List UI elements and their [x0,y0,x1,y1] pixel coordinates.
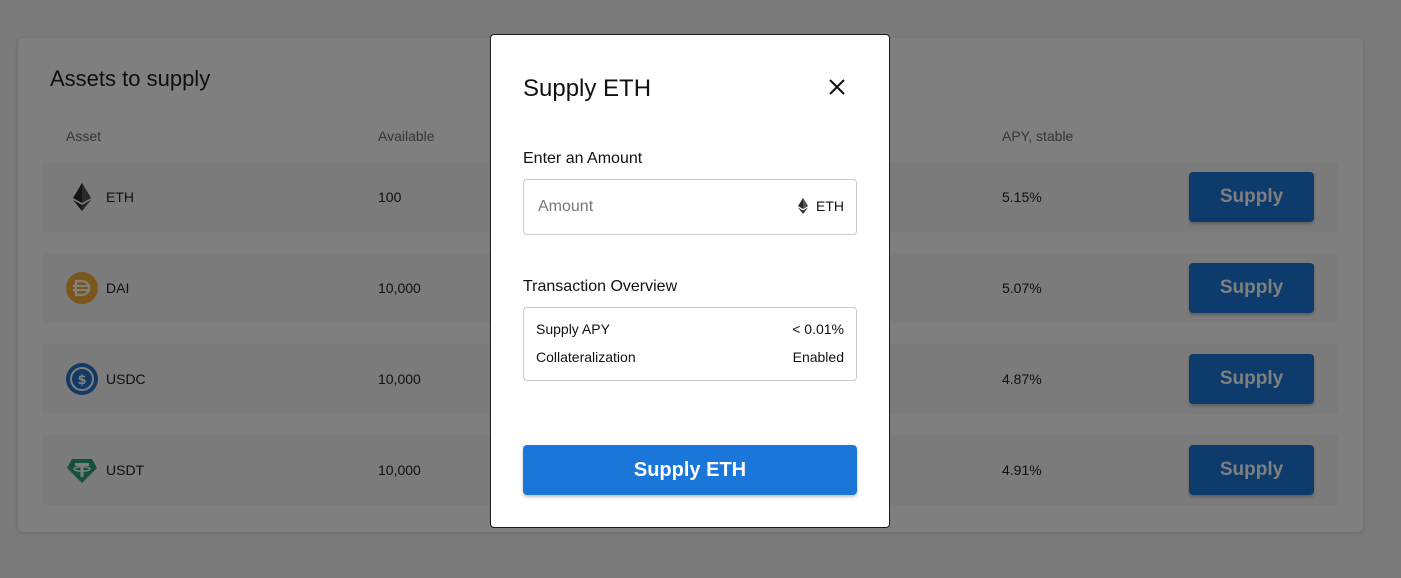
amount-label: Enter an Amount [523,150,643,167]
overview-row-collateralization: Collateralization Enabled [536,349,844,369]
overview-value: Enabled [792,349,844,365]
amount-field: ETH [523,179,857,235]
overview-value: < 0.01% [792,321,844,337]
eth-icon [798,198,808,214]
token-indicator: ETH [798,198,844,214]
supply-eth-button[interactable]: Supply ETH [523,445,857,495]
close-button[interactable] [823,75,851,103]
amount-input[interactable] [525,181,775,233]
overview-label: Transaction Overview [523,278,678,295]
supply-modal: Supply ETH Enter an Amount ETH Transacti… [490,34,890,528]
transaction-overview: Supply APY < 0.01% Collateralization Ena… [523,307,857,381]
token-symbol: ETH [816,198,844,214]
overview-label-text: Collateralization [536,349,636,365]
overview-label-text: Supply APY [536,321,610,337]
modal-title: Supply ETH [523,75,652,102]
close-icon [828,78,846,101]
overview-row-supply-apy: Supply APY < 0.01% [536,321,844,341]
